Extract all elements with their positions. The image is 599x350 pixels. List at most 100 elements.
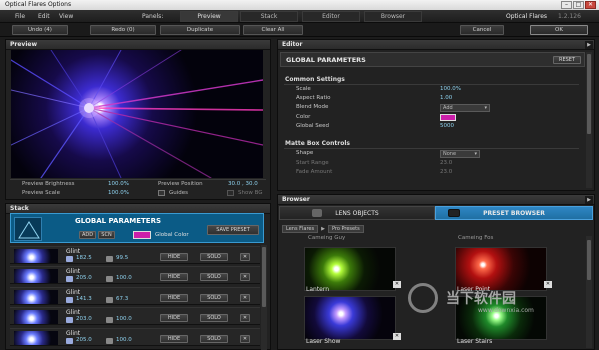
close-icon[interactable]: ✕	[393, 281, 401, 288]
layer-scale-value[interactable]: 100.0	[116, 337, 132, 343]
guides-checkbox[interactable]	[158, 190, 165, 196]
preview-position-value[interactable]: 30.0 , 30.0	[228, 181, 258, 187]
solo-button[interactable]: SOLO	[200, 253, 228, 261]
layer-scale-value[interactable]: 99.5	[116, 255, 128, 261]
browser-expand-icon[interactable]: ▶	[585, 196, 593, 204]
global-color-swatch[interactable]	[133, 231, 151, 239]
brightness-icon	[66, 297, 73, 303]
global-seed-value[interactable]: 5000	[440, 123, 454, 129]
layer-thumbnail	[14, 310, 58, 324]
clear-all-button[interactable]: Clear All	[243, 25, 303, 35]
flare-preview-canvas[interactable]	[11, 50, 263, 178]
save-preset-button[interactable]: SAVE PRESET	[207, 225, 259, 235]
layer-name: Glint	[66, 330, 81, 337]
stack-scrollbar-thumb[interactable]	[262, 247, 266, 307]
hide-button[interactable]: HIDE	[160, 314, 188, 322]
editor-scrollbar-thumb[interactable]	[587, 54, 591, 134]
duplicate-button[interactable]: Duplicate	[160, 25, 240, 35]
browser-scrollbar[interactable]	[586, 236, 592, 348]
remove-layer-button[interactable]: ✕	[240, 314, 250, 322]
preview-scale-value[interactable]: 100.0%	[108, 190, 129, 196]
layer-brightness-value[interactable]: 203.0	[76, 316, 92, 322]
scn-button[interactable]: SCN	[98, 231, 115, 239]
layer-brightness-value[interactable]: 205.0	[76, 275, 92, 281]
ok-button[interactable]: OK	[530, 25, 588, 35]
tab-lens-objects[interactable]: LENS OBJECTS	[279, 206, 435, 220]
preview-divider	[10, 179, 266, 180]
layer-scale-value[interactable]: 100.0	[116, 316, 132, 322]
preview-position-label: Preview Position	[158, 181, 203, 187]
blend-mode-row: Blend Mode Add ▾	[280, 104, 590, 113]
stack-layer-row[interactable]: Glint 182.5 99.5 HIDE SOLO ✕	[10, 246, 260, 264]
stack-layer-row[interactable]: Glint 205.0 100.0 HIDE SOLO ✕	[10, 266, 260, 284]
preset-thumbnail-laser-point[interactable]	[455, 247, 547, 291]
shape-label: Shape	[296, 150, 314, 156]
stack-global-parameters[interactable]: GLOBAL PARAMETERS ADD SCN Global Color S…	[10, 213, 264, 243]
preset-thumbnail-laser-show[interactable]	[304, 296, 396, 340]
browser-scrollbar-thumb[interactable]	[587, 240, 591, 280]
layer-scale-value[interactable]: 67.3	[116, 296, 128, 302]
editor-expand-icon[interactable]: ▶	[585, 41, 593, 49]
hide-button[interactable]: HIDE	[160, 253, 188, 261]
preview-brightness-value[interactable]: 100.0%	[108, 181, 129, 187]
shape-select[interactable]: None ▾	[440, 150, 480, 158]
remove-layer-button[interactable]: ✕	[240, 335, 250, 343]
stack-layer-row[interactable]: Glint 141.3 67.3 HIDE SOLO ✕	[10, 287, 260, 305]
close-icon[interactable]: ✕	[544, 281, 552, 288]
undo-button[interactable]: Undo (4)	[12, 25, 68, 35]
aspect-ratio-label: Aspect Ratio	[296, 95, 331, 101]
breadcrumb-lens-flares[interactable]: Lens Flares	[282, 224, 319, 233]
start-range-value[interactable]: 23.0	[440, 160, 452, 166]
layer-brightness-value[interactable]: 205.0	[76, 337, 92, 343]
solo-button[interactable]: SOLO	[200, 335, 228, 343]
toolbar: Undo (4) Redo (0) Duplicate Clear All Ca…	[0, 23, 599, 37]
tab-editor[interactable]: Editor	[302, 11, 360, 22]
color-swatch[interactable]	[440, 114, 456, 121]
blend-mode-select[interactable]: Add ▾	[440, 104, 490, 112]
watermark-logo	[408, 283, 438, 313]
scale-icon	[106, 317, 113, 323]
stack-layer-row[interactable]: Glint 203.0 100.0 HIDE SOLO ✕	[10, 307, 260, 325]
layer-scale-value[interactable]: 100.0	[116, 275, 132, 281]
solo-button[interactable]: SOLO	[200, 273, 228, 281]
stack-global-title: GLOBAL PARAMETERS	[75, 217, 162, 225]
fade-amount-value[interactable]: 23.0	[440, 169, 452, 175]
editor-scrollbar[interactable]	[586, 52, 592, 188]
maximize-button[interactable]: □	[573, 1, 584, 9]
tab-browser[interactable]: Browser	[364, 11, 422, 22]
hide-button[interactable]: HIDE	[160, 273, 188, 281]
scale-value[interactable]: 100.0%	[440, 86, 461, 92]
cancel-button[interactable]: Cancel	[460, 25, 504, 35]
aspect-ratio-value[interactable]: 1.00	[440, 95, 452, 101]
stack-layer-row[interactable]: Glint 205.0 100.0 HIDE SOLO ✕	[10, 328, 260, 346]
solo-button[interactable]: SOLO	[200, 294, 228, 302]
remove-layer-button[interactable]: ✕	[240, 294, 250, 302]
tab-preview[interactable]: Preview	[180, 11, 238, 22]
top-preset-label-left: Cameing Guy	[308, 235, 346, 241]
hide-button[interactable]: HIDE	[160, 335, 188, 343]
solo-button[interactable]: SOLO	[200, 314, 228, 322]
layer-thumbnail	[14, 269, 58, 283]
menu-edit[interactable]: Edit	[38, 13, 50, 20]
stack-scrollbar[interactable]	[261, 245, 267, 350]
remove-layer-button[interactable]: ✕	[240, 273, 250, 281]
camera-icon	[448, 209, 460, 217]
hide-button[interactable]: HIDE	[160, 294, 188, 302]
show-bg-label: Show BG	[238, 190, 263, 196]
show-bg-checkbox[interactable]	[227, 190, 234, 196]
close-button[interactable]: ✕	[585, 1, 596, 9]
minimize-button[interactable]: –	[561, 1, 572, 9]
preset-thumbnail-lantern[interactable]	[304, 247, 396, 291]
add-button[interactable]: ADD	[79, 231, 96, 239]
scale-icon	[106, 297, 113, 303]
close-icon[interactable]: ✕	[393, 333, 401, 340]
layer-brightness-value[interactable]: 141.3	[76, 296, 92, 302]
menu-file[interactable]: File	[15, 13, 25, 20]
tab-stack[interactable]: Stack	[240, 11, 298, 22]
redo-button[interactable]: Redo (0)	[90, 25, 156, 35]
reset-button[interactable]: RESET	[553, 56, 581, 64]
remove-layer-button[interactable]: ✕	[240, 253, 250, 261]
breadcrumb-pro-presets[interactable]: Pro Presets	[327, 224, 364, 233]
layer-brightness-value[interactable]: 182.5	[76, 255, 92, 261]
menu-view[interactable]: View	[59, 13, 73, 20]
